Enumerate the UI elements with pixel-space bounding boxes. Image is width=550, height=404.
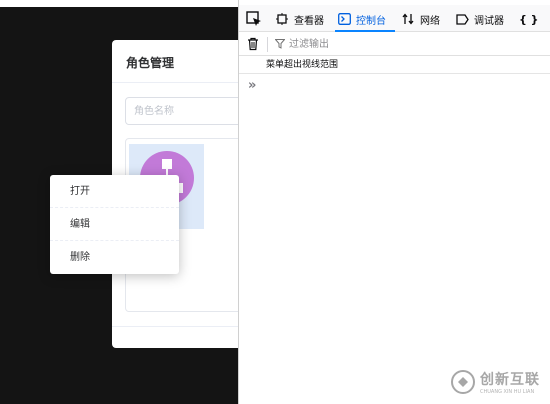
context-menu: 打开 编辑 删除 <box>50 175 179 274</box>
tab-debugger-label: 调试器 <box>474 15 504 27</box>
dialog-footer-divider <box>112 326 238 327</box>
devtools-toolbar: 查看器 控制台 网络 调试器 { } <box>239 5 550 32</box>
element-picker-icon[interactable] <box>244 9 264 29</box>
inspector-icon <box>275 12 289 26</box>
console-icon <box>337 12 351 26</box>
devtools-panel: 查看器 控制台 网络 调试器 { } 过滤输出 菜单超出视线范围 » 创新互联 … <box>238 0 550 404</box>
tab-network[interactable]: 网络 <box>401 9 440 29</box>
menu-item-edit[interactable]: 编辑 <box>50 208 179 241</box>
tab-inspector[interactable]: 查看器 <box>275 9 324 29</box>
role-name-search-input[interactable] <box>125 97 238 125</box>
clear-console-icon[interactable] <box>246 37 260 51</box>
console-filter-bar <box>239 33 550 56</box>
watermark-text: 创新互联 CHUANG XIN HU LIAN <box>480 369 540 395</box>
menu-item-delete[interactable]: 删除 <box>50 241 179 274</box>
watermark-subtitle: CHUANG XIN HU LIAN <box>480 389 535 395</box>
watermark: 创新互联 CHUANG XIN HU LIAN <box>451 360 550 404</box>
filter-separator <box>267 37 268 52</box>
filter-icon <box>275 39 285 49</box>
tab-style-editor[interactable]: { } <box>519 9 539 29</box>
filter-output-input[interactable] <box>289 36 529 53</box>
console-log-message: 菜单超出视线范围 <box>239 57 550 74</box>
tab-network-label: 网络 <box>420 15 440 27</box>
tab-console[interactable]: 控制台 <box>337 9 386 29</box>
network-icon <box>401 12 415 26</box>
tab-debugger[interactable]: 调试器 <box>455 9 504 29</box>
tab-console-label: 控制台 <box>356 15 386 27</box>
app-top-strip <box>0 0 238 7</box>
console-prompt[interactable]: » <box>248 78 256 93</box>
brand-logo-icon <box>451 370 475 394</box>
menu-item-open[interactable]: 打开 <box>50 175 179 208</box>
dialog-header-divider <box>112 82 238 83</box>
tab-inspector-label: 查看器 <box>294 15 324 27</box>
watermark-title: 创新互联 <box>480 372 540 388</box>
debugger-icon <box>455 12 469 26</box>
dialog-title: 角色管理 <box>126 56 175 70</box>
tab-style-editor-label: { } <box>519 12 539 26</box>
active-tab-indicator <box>335 30 395 32</box>
